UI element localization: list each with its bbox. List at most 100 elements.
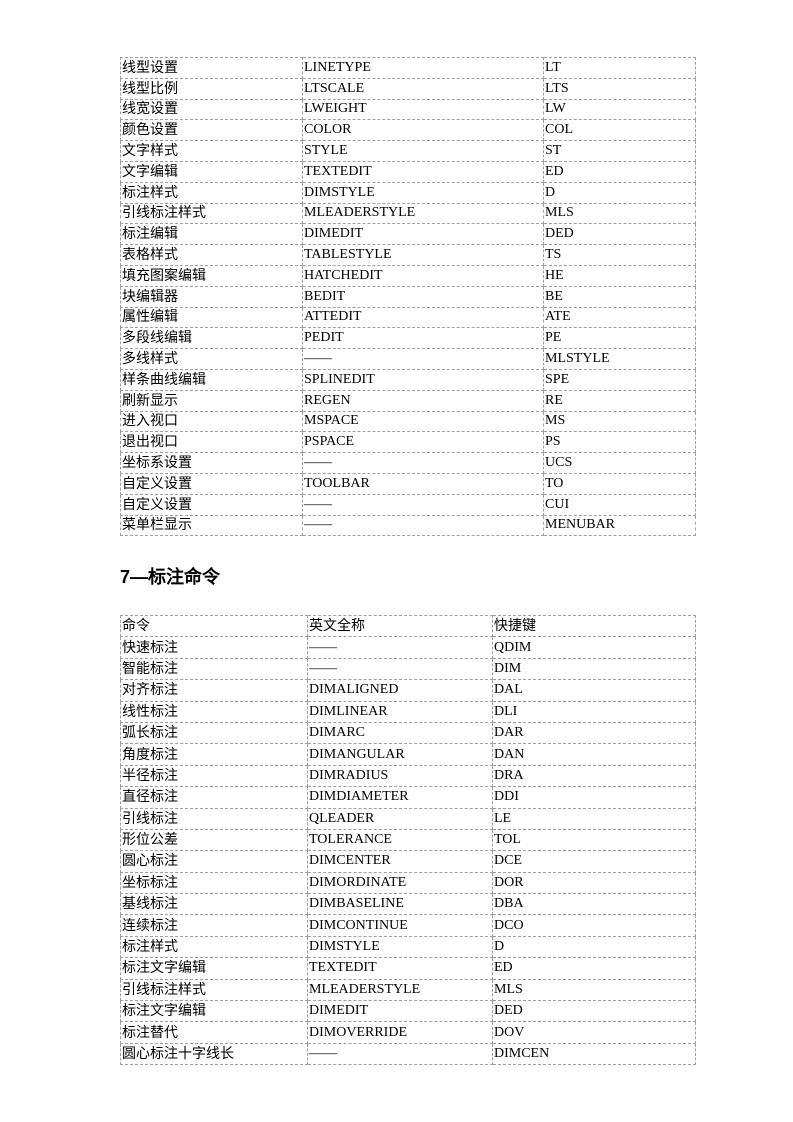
english-name-cell: MSPACE: [302, 410, 544, 433]
english-name-cell: ——: [307, 636, 493, 659]
command-cell: 自定义设置: [120, 493, 303, 516]
shortcut-cell: TOL: [492, 828, 696, 852]
shortcut-cell: DBA: [492, 893, 696, 916]
command-cell: 连续标注: [120, 914, 308, 937]
command-cell: 线型设置: [120, 57, 303, 79]
shortcut-cell: D: [543, 181, 696, 204]
command-cell: 角度标注: [120, 743, 308, 766]
english-name-cell: DIMARC: [307, 721, 493, 745]
header-english-name: 英文全称: [307, 614, 493, 638]
table-row: 智能标注 —— DIM: [120, 657, 696, 681]
shortcut-cell: MLSTYLE: [543, 348, 696, 370]
table-row: 半径标注 DIMRADIUS DRA: [120, 764, 696, 788]
table-row: 圆心标注 DIMCENTER DCE: [120, 850, 696, 873]
english-name-cell: DIMALIGNED: [307, 679, 493, 702]
english-name-cell: STYLE: [302, 140, 544, 162]
command-cell: 标注文字编辑: [120, 1000, 308, 1023]
table-row: 多段线编辑 PEDIT PE: [120, 327, 696, 350]
table-row: 线型比例 LTSCALE LTS: [120, 77, 696, 100]
english-name-cell: ——: [302, 348, 544, 370]
command-cell: 圆心标注: [120, 850, 308, 873]
english-name-cell: MLEADERSTYLE: [307, 978, 493, 1002]
shortcut-cell: DIM: [492, 657, 696, 681]
table-body: 快速标注 —— QDIM 智能标注 —— DIM 对齐标注 DIMALIGNED DAL 线性标注…: [120, 636, 696, 1066]
shortcut-cell: DDI: [492, 786, 696, 809]
english-name-cell: DIMCONTINUE: [307, 914, 493, 937]
command-cell: 半径标注: [120, 764, 308, 788]
command-cell: 智能标注: [120, 657, 308, 681]
english-name-cell: DIMBASELINE: [307, 893, 493, 916]
command-cell: 块编辑器: [120, 285, 303, 308]
table-body: 线型设置 LINETYPE LT 线型比例 LTSCALE LTS 线宽设置 LWEIGHT L…: [120, 57, 696, 537]
shortcut-cell: DED: [543, 223, 696, 246]
shortcut-cell: MLS: [543, 202, 696, 225]
english-name-cell: PEDIT: [302, 327, 544, 350]
table-row: 连续标注 DIMCONTINUE DCO: [120, 914, 696, 937]
command-cell: 标注编辑: [120, 223, 303, 246]
table-row: 圆心标注十字线长 —— DIMCEN: [120, 1042, 696, 1066]
shortcut-cell: DCO: [492, 914, 696, 937]
table-row: 对齐标注 DIMALIGNED DAL: [120, 679, 696, 702]
english-name-cell: ——: [302, 514, 544, 537]
shortcut-cell: LTS: [543, 77, 696, 100]
english-name-cell: ——: [307, 657, 493, 681]
table-row: 标注替代 DIMOVERRIDE DOV: [120, 1021, 696, 1044]
english-name-cell: LWEIGHT: [302, 98, 544, 121]
english-name-cell: ——: [307, 1042, 493, 1066]
table-row: 角度标注 DIMANGULAR DAN: [120, 743, 696, 766]
command-cell: 标注样式: [120, 181, 303, 204]
table-row: 引线标注样式 MLEADERSTYLE MLS: [120, 202, 696, 225]
command-cell: 对齐标注: [120, 679, 308, 702]
english-name-cell: DIMEDIT: [302, 223, 544, 246]
command-cell: 多线样式: [120, 348, 303, 370]
header-shortcut: 快捷键: [492, 614, 696, 638]
table-row: 基线标注 DIMBASELINE DBA: [120, 893, 696, 916]
english-name-cell: QLEADER: [307, 807, 493, 830]
table-row: 标注样式 DIMSTYLE D: [120, 935, 696, 959]
section-heading: 7—标注命令: [120, 567, 221, 587]
english-name-cell: DIMSTYLE: [302, 181, 544, 204]
english-name-cell: TOOLBAR: [302, 472, 544, 495]
table-row: 自定义设置 —— CUI: [120, 493, 696, 516]
english-name-cell: ——: [302, 493, 544, 516]
command-cell: 刷新显示: [120, 389, 303, 412]
shortcut-cell: LT: [543, 57, 696, 79]
english-name-cell: DIMRADIUS: [307, 764, 493, 788]
command-cell: 退出视口: [120, 431, 303, 454]
shortcut-cell: RE: [543, 389, 696, 412]
english-name-cell: PSPACE: [302, 431, 544, 454]
table-row: 弧长标注 DIMARC DAR: [120, 721, 696, 745]
shortcut-cell: DAL: [492, 679, 696, 702]
table-row: 形位公差 TOLERANCE TOL: [120, 828, 696, 852]
shortcut-cell: ATE: [543, 306, 696, 329]
header-command: 命令: [120, 614, 308, 638]
shortcut-cell: PE: [543, 327, 696, 350]
shortcut-cell: MS: [543, 410, 696, 433]
table-row: 菜单栏显示 —— MENUBAR: [120, 514, 696, 537]
command-cell: 直径标注: [120, 786, 308, 809]
english-name-cell: DIMOVERRIDE: [307, 1021, 493, 1044]
shortcut-cell: ST: [543, 140, 696, 162]
english-name-cell: MLEADERSTYLE: [302, 202, 544, 225]
shortcut-cell: SPE: [543, 368, 696, 391]
table-row: 填充图案编辑 HATCHEDIT HE: [120, 264, 696, 287]
english-name-cell: BEDIT: [302, 285, 544, 308]
shortcut-cell: D: [492, 935, 696, 959]
table-row: 属性编辑 ATTEDIT ATE: [120, 306, 696, 329]
command-cell: 进入视口: [120, 410, 303, 433]
command-table-dimension: 命令 英文全称 快捷键 快速标注 —— QDIM 智能标注 —— DIM 对齐标注 DIMAL…: [120, 614, 696, 1066]
table-row: 文字编辑 TEXTEDIT ED: [120, 160, 696, 183]
table-row: 线性标注 DIMLINEAR DLI: [120, 700, 696, 723]
shortcut-cell: TO: [543, 472, 696, 495]
shortcut-cell: DRA: [492, 764, 696, 788]
command-cell: 菜单栏显示: [120, 514, 303, 537]
english-name-cell: TEXTEDIT: [307, 957, 493, 980]
shortcut-cell: QDIM: [492, 636, 696, 659]
table-row: 快速标注 —— QDIM: [120, 636, 696, 659]
table-row: 线型设置 LINETYPE LT: [120, 57, 696, 79]
command-cell: 线型比例: [120, 77, 303, 100]
shortcut-cell: HE: [543, 264, 696, 287]
table-row: 标注文字编辑 DIMEDIT DED: [120, 1000, 696, 1023]
command-cell: 形位公差: [120, 828, 308, 852]
table-row: 直径标注 DIMDIAMETER DDI: [120, 786, 696, 809]
